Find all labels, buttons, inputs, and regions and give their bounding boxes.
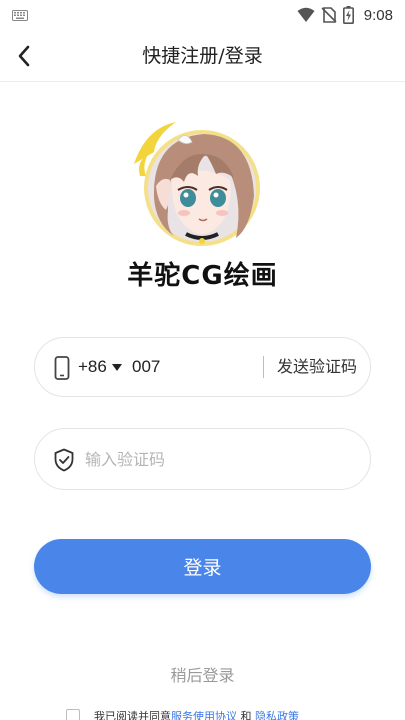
privacy-policy-link[interactable]: 隐私政策	[255, 710, 299, 720]
shield-check-icon	[54, 448, 74, 472]
agreement-prefix: 我已阅读并同意	[94, 710, 171, 720]
agreement-row: 我已阅读并同意服务使用协议 和 隐私政策	[66, 706, 299, 720]
wifi-icon	[297, 7, 315, 22]
verification-code-field[interactable]	[34, 428, 371, 490]
terms-of-service-link[interactable]: 服务使用协议	[171, 710, 237, 720]
country-code-value: +86	[78, 357, 107, 376]
verification-code-input[interactable]	[85, 437, 355, 481]
caret-down-icon	[111, 363, 122, 371]
phone-input[interactable]: 007	[132, 338, 160, 396]
no-sim-icon	[321, 7, 337, 23]
app-name: 羊驼CG绘画	[127, 261, 278, 291]
divider	[263, 356, 264, 378]
phone-number-field[interactable]: +86 007 发送验证码	[34, 337, 371, 397]
agreement-and: 和	[240, 710, 252, 720]
mobile-phone-icon	[54, 356, 70, 380]
page-title: 快捷注册/登录	[142, 45, 263, 67]
country-code-selector[interactable]: +86	[78, 338, 122, 396]
status-bar: 9:08	[0, 0, 405, 30]
battery-charging-icon	[342, 6, 354, 24]
send-code-button[interactable]: 发送验证码	[277, 338, 357, 396]
navigation-header: 快捷注册/登录	[0, 30, 405, 82]
agreement-text: 我已阅读并同意服务使用协议 和 隐私政策	[94, 708, 299, 720]
status-time: 9:08	[363, 6, 393, 24]
agreement-checkbox[interactable]	[66, 709, 80, 720]
login-later-link[interactable]: 稍后登录	[0, 662, 405, 686]
app-logo	[126, 118, 262, 258]
keyboard-icon	[12, 10, 28, 21]
login-button[interactable]: 登录	[34, 539, 371, 594]
